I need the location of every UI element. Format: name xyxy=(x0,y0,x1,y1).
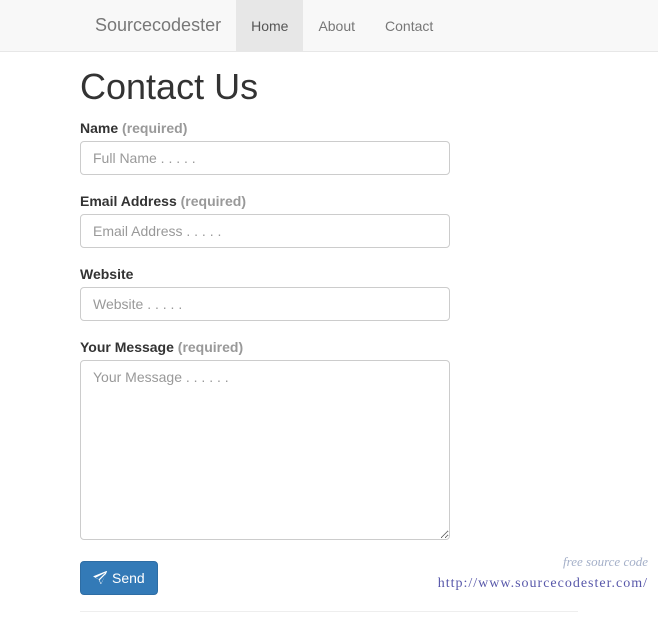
website-label-text: Website xyxy=(80,266,133,282)
email-input[interactable] xyxy=(80,214,450,248)
nav-item-home[interactable]: Home xyxy=(236,0,303,51)
website-input[interactable] xyxy=(80,287,450,321)
name-input[interactable] xyxy=(80,141,450,175)
paper-plane-icon xyxy=(93,571,107,585)
name-label: Name (required) xyxy=(80,120,578,136)
nav-link-about[interactable]: About xyxy=(303,0,370,51)
nav-link-home[interactable]: Home xyxy=(236,0,303,51)
email-label: Email Address (required) xyxy=(80,193,578,209)
message-label-text: Your Message xyxy=(80,339,174,355)
nav-item-about[interactable]: About xyxy=(303,0,370,51)
navbar: Sourcecodester Home About Contact xyxy=(0,0,658,52)
main-container: Contact Us Name (required) Email Address… xyxy=(0,52,658,632)
contact-form: Name (required) Email Address (required)… xyxy=(80,120,578,612)
form-group-name: Name (required) xyxy=(80,120,578,175)
nav-item-contact[interactable]: Contact xyxy=(370,0,448,51)
email-required-hint: (required) xyxy=(181,193,246,209)
send-button-label: Send xyxy=(112,568,145,588)
message-required-hint: (required) xyxy=(178,339,243,355)
name-label-text: Name xyxy=(80,120,118,136)
email-label-text: Email Address xyxy=(80,193,177,209)
name-required-hint: (required) xyxy=(122,120,187,136)
website-label: Website xyxy=(80,266,578,282)
nav-menu: Home About Contact xyxy=(236,0,448,51)
form-group-website: Website xyxy=(80,266,578,321)
message-textarea[interactable] xyxy=(80,360,450,540)
page-title: Contact Us xyxy=(80,66,578,108)
send-button[interactable]: Send xyxy=(80,561,158,595)
form-group-message: Your Message (required) xyxy=(80,339,578,543)
form-group-email: Email Address (required) xyxy=(80,193,578,248)
message-label: Your Message (required) xyxy=(80,339,578,355)
navbar-brand[interactable]: Sourcecodester xyxy=(80,0,236,51)
nav-link-contact[interactable]: Contact xyxy=(370,0,448,51)
